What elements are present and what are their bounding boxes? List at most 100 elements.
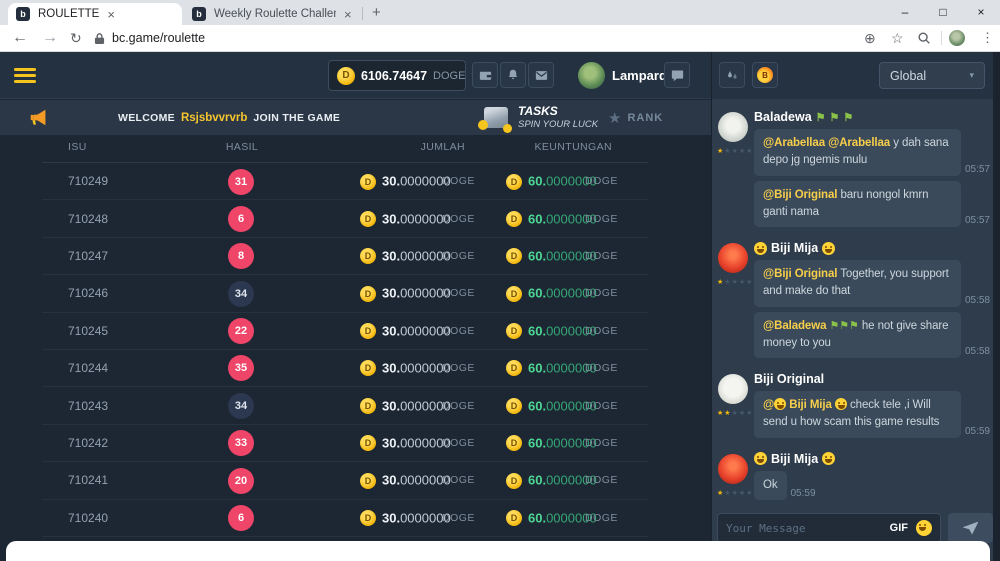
- tab-close-icon[interactable]: ×: [344, 7, 352, 22]
- username[interactable]: Lampard: [612, 68, 667, 83]
- bet-amount: 30.0000000: [382, 174, 451, 189]
- user-avatar[interactable]: [578, 62, 605, 89]
- tab-strip: b ROULETTE × b Weekly Roulette Challenge…: [0, 0, 1000, 25]
- emoji-picker-icon[interactable]: [916, 520, 932, 536]
- chat-input-bar: GIF: [717, 513, 941, 543]
- bookmark-icon[interactable]: ☆: [891, 25, 904, 51]
- send-button[interactable]: [948, 513, 993, 543]
- table-row[interactable]: 710246 34 D 30.0000000 DOGE D 60.0000000…: [42, 275, 648, 312]
- tab-close-icon[interactable]: ×: [107, 7, 115, 22]
- avatar[interactable]: [718, 374, 748, 404]
- grin-emoji-icon: [822, 452, 835, 465]
- bet-currency: DOGE: [442, 213, 475, 225]
- mention[interactable]: @Baladewa: [763, 320, 826, 332]
- column-header-isu: ISU: [68, 141, 87, 153]
- avatar[interactable]: [718, 112, 748, 142]
- doge-coin-icon: D: [360, 510, 376, 526]
- mention[interactable]: @ Biji Mija: [763, 399, 847, 411]
- user-level-stars: ★★★★★: [717, 278, 753, 286]
- gif-button[interactable]: GIF: [890, 522, 908, 534]
- tasks-subtitle: SPIN YOUR LUCK: [518, 119, 598, 130]
- chat-region-select[interactable]: Global ▾: [879, 62, 985, 89]
- avatar[interactable]: [718, 243, 748, 273]
- address-bar[interactable]: bc.game/roulette: [112, 25, 205, 51]
- timestamp: 05:57: [965, 215, 990, 227]
- balance-selector[interactable]: D 6106.74647 DOGE ▾: [328, 60, 466, 91]
- doge-coin-icon: D: [360, 174, 376, 190]
- green-flag-icon: ⚑: [830, 111, 840, 124]
- tab-title: ROULETTE: [38, 8, 99, 20]
- browser-profile-avatar[interactable]: [949, 30, 965, 46]
- grin-emoji-icon: [835, 398, 847, 410]
- result-badge: 6: [228, 206, 254, 232]
- avatar[interactable]: [718, 454, 748, 484]
- chat-username[interactable]: Biji Original: [754, 372, 990, 386]
- minimize-button[interactable]: –: [886, 0, 924, 25]
- chat-bubble[interactable]: @Baladewa ⚑⚑⚑ he not give share money to…: [754, 312, 961, 359]
- result-badge: 35: [228, 355, 254, 381]
- tab-weekly-challenge[interactable]: b Weekly Roulette Challenge - Win ×: [184, 3, 360, 25]
- close-button[interactable]: ×: [962, 0, 1000, 25]
- wallet-button[interactable]: [472, 62, 498, 88]
- rank-shortcut[interactable]: ★ RANK: [608, 100, 663, 135]
- hamburger-menu-icon[interactable]: [14, 68, 36, 71]
- table-row[interactable]: 710243 34 D 30.0000000 DOGE D 60.0000000…: [42, 387, 648, 424]
- doge-coin-icon: D: [506, 510, 522, 526]
- chat-bubble[interactable]: @Biji Original baru nongol kmrn ganti na…: [754, 181, 961, 228]
- rank-label: RANK: [627, 112, 663, 124]
- table-row[interactable]: 710245 22 D 30.0000000 DOGE D 60.0000000…: [42, 313, 648, 350]
- chat-username[interactable]: Biji Mija: [754, 452, 990, 466]
- chat-toggle-button[interactable]: [664, 62, 690, 88]
- doge-coin-icon: D: [360, 435, 376, 451]
- messages-button[interactable]: [528, 62, 554, 88]
- chat-header: B Global ▾: [712, 52, 993, 99]
- chat-bubble[interactable]: @Biji Original Together, you support and…: [754, 260, 961, 307]
- mail-icon: [534, 68, 549, 83]
- table-row[interactable]: 710247 8 D 30.0000000 DOGE D 60.0000000 …: [42, 238, 648, 275]
- table-row[interactable]: 710248 6 D 30.0000000 DOGE D 60.0000000 …: [42, 200, 648, 237]
- maximize-button[interactable]: □: [924, 0, 962, 25]
- chat-message-input[interactable]: [726, 522, 882, 535]
- back-icon[interactable]: ←: [12, 25, 28, 51]
- round-id: 710241: [68, 473, 108, 487]
- timestamp: 05:59: [965, 426, 990, 438]
- mention[interactable]: @Biji Original: [763, 268, 837, 280]
- green-flag-icon: ⚑: [816, 111, 826, 124]
- chat-username[interactable]: Biji Mija: [754, 241, 990, 255]
- mention[interactable]: @Arabellaa: [828, 137, 890, 149]
- coin-drop-button[interactable]: B: [752, 62, 778, 88]
- table-row[interactable]: 710240 6 D 30.0000000 DOGE D 60.0000000 …: [42, 500, 648, 537]
- forward-icon[interactable]: →: [42, 25, 58, 51]
- mention[interactable]: @Arabellaa: [763, 137, 825, 149]
- tab-roulette[interactable]: b ROULETTE ×: [8, 3, 182, 25]
- browser-menu-icon[interactable]: ⋮: [981, 25, 994, 51]
- doge-coin-icon: D: [360, 323, 376, 339]
- result-badge: 20: [228, 468, 254, 494]
- window-controls: – □ ×: [886, 0, 1000, 25]
- mention[interactable]: @Biji Original: [763, 189, 837, 201]
- tasks-shortcut[interactable]: TASKS SPIN YOUR LUCK: [484, 104, 598, 130]
- profit-currency: DOGE: [585, 437, 618, 449]
- welcome-text: WELCOME Rsjsbvvrvrb JOIN THE GAME: [118, 100, 340, 135]
- table-row[interactable]: 710241 20 D 30.0000000 DOGE D 60.0000000…: [42, 462, 648, 499]
- table-row[interactable]: 710249 31 D 30.0000000 DOGE D 60.0000000…: [42, 163, 648, 200]
- result-badge: 33: [228, 430, 254, 456]
- profit-currency: DOGE: [585, 325, 618, 337]
- doge-coin-icon: D: [360, 360, 376, 376]
- notifications-button[interactable]: [500, 62, 526, 88]
- doge-coin-icon: D: [506, 286, 522, 302]
- chat-bubble[interactable]: @ Biji Mija check tele ,i Will send u ho…: [754, 391, 961, 438]
- chat-bubble[interactable]: @Arabellaa @Arabellaa y dah sana depo jg…: [754, 129, 961, 176]
- scrollbar[interactable]: [993, 52, 1000, 561]
- bet-currency: DOGE: [442, 175, 475, 187]
- chat-username[interactable]: Baladewa ⚑ ⚑ ⚑: [754, 110, 990, 124]
- rain-button[interactable]: [719, 62, 745, 88]
- new-tab-button[interactable]: +: [372, 4, 381, 21]
- table-row[interactable]: 710242 33 D 30.0000000 DOGE D 60.0000000…: [42, 425, 648, 462]
- reload-icon[interactable]: ↻: [70, 25, 82, 51]
- table-row[interactable]: 710244 35 D 30.0000000 DOGE D 60.0000000…: [42, 350, 648, 387]
- results-table: ISU HASIL JUMLAH KEUNTUNGAN 710249 31 D …: [42, 135, 648, 537]
- extension-icon[interactable]: ⊕: [864, 25, 876, 51]
- search-icon[interactable]: [917, 25, 931, 51]
- chat-bubble[interactable]: Ok: [754, 471, 787, 500]
